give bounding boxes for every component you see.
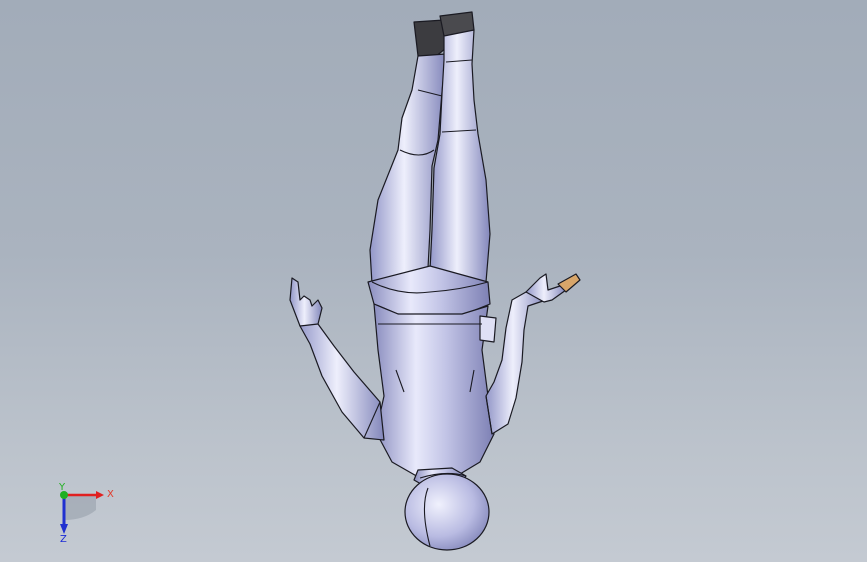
- graphics-viewport[interactable]: X Y Z: [0, 0, 867, 562]
- triad-shadow: [64, 495, 96, 520]
- x-axis-label: X: [107, 489, 114, 500]
- left-shoe: [413, 19, 447, 59]
- head: [404, 473, 490, 551]
- y-axis-label: Y: [58, 482, 66, 493]
- z-axis-arrow: [60, 524, 68, 534]
- x-axis-arrow: [96, 491, 104, 499]
- left-arm: [297, 305, 385, 441]
- torso: [373, 303, 495, 481]
- orientation-triad: X Y Z: [58, 482, 114, 545]
- z-axis-label: Z: [60, 534, 67, 545]
- 3d-model-figure[interactable]: [0, 0, 867, 562]
- right-arm: [485, 287, 547, 435]
- side-clip: [479, 315, 497, 343]
- left-hand: [289, 277, 323, 327]
